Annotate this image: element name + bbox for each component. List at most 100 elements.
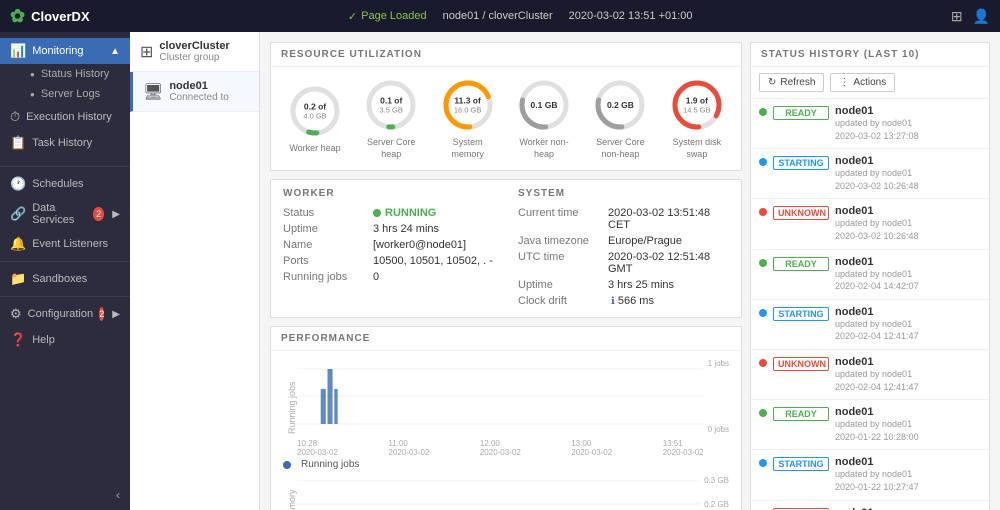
check-icon: ✓ <box>348 10 357 23</box>
user-icon[interactable]: 👤 <box>973 8 990 25</box>
system-java-tz-label: Java timezone <box>518 235 608 247</box>
refresh-icon: ↻ <box>768 77 776 88</box>
main-layout: 📊 Monitoring ▲ ● Status History ● Server… <box>0 32 1000 510</box>
history-dot <box>759 459 767 467</box>
chart1-legend: Running jobs <box>283 459 729 470</box>
history-dot <box>759 208 767 216</box>
sidebar-item-status-history[interactable]: ● Status History <box>20 64 130 84</box>
sidebar-item-sandboxes[interactable]: 📁 Sandboxes <box>0 266 130 292</box>
heap-chart-container: Heap memory <box>283 476 729 510</box>
history-meta: updated by node012020-03-02 13:27:08 <box>835 117 981 142</box>
gauge-server-core-heap: 0.1 of 3.5 GB Server Core heap <box>363 77 419 160</box>
topbar-center: ✓ Page Loaded node01 / cloverCluster 202… <box>348 10 693 23</box>
chart1-yaxis: 1 jobs 0 jobs <box>704 359 729 434</box>
gauge-circle-server-core-heap: 0.1 of 3.5 GB <box>363 77 419 133</box>
sidebar-item-server-logs[interactable]: ● Server Logs <box>20 84 130 104</box>
node-item[interactable]: 🖥 node01 Connected to <box>130 72 259 112</box>
history-node: node01 <box>835 456 981 468</box>
gauge-circle-system-disk: 1.9 of 14.5 GB <box>669 77 725 133</box>
history-item-info: node01 updated by node012020-03-02 10:26… <box>835 155 981 192</box>
running-dot <box>373 209 381 217</box>
sidebar-divider-1 <box>0 166 130 167</box>
system-utc-time-line: UTC time 2020-03-02 12:51:48 GMT <box>518 249 729 277</box>
history-node: node01 <box>835 155 981 167</box>
history-item-info: node01 updated by node012020-03-02 13:27… <box>835 105 981 142</box>
history-status-badge: STARTING <box>773 457 829 471</box>
history-item-info: node01 updated by node012020-02-04 14:42… <box>835 256 981 293</box>
system-clock-drift-value: ℹ 566 ms <box>608 295 654 307</box>
history-item: STARTING node01 updated by node012020-03… <box>751 149 989 199</box>
content-area: ⊞ cloverCluster Cluster group 🖥 node01 C… <box>130 32 1000 510</box>
system-uptime-value: 3 hrs 25 mins <box>608 279 674 291</box>
system-uptime-line: Uptime 3 hrs 25 mins <box>518 277 729 293</box>
cluster-header[interactable]: ⊞ cloverCluster Cluster group <box>130 32 259 72</box>
history-status-badge: STARTING <box>773 156 829 170</box>
chevron-right-icon: ▶ <box>112 209 120 220</box>
history-list: READY node01 updated by node012020-03-02… <box>751 99 989 510</box>
sidebar-item-monitoring[interactable]: 📊 Monitoring ▲ <box>0 38 130 64</box>
sidebar-divider-3 <box>0 296 130 297</box>
sidebar-item-schedules[interactable]: 🕐 Schedules <box>0 171 130 197</box>
chart2-layout: Heap memory <box>283 476 729 510</box>
perf-section: Running jobs <box>271 351 741 510</box>
worker-running-jobs-line: Running jobs 0 <box>283 269 494 285</box>
info-icon: ℹ <box>611 296 615 307</box>
cluster-type: Cluster group <box>159 52 229 63</box>
sidebar-item-task-history[interactable]: 📋 Task History <box>0 130 130 156</box>
cluster-icon: ⊞ <box>140 42 153 62</box>
chart2-yaxis: 0.3 GB 0.2 GB 0.1 GB 0.0 GB <box>700 476 729 510</box>
system-utc-time-label: UTC time <box>518 251 608 275</box>
sidebar-item-event-listeners[interactable]: 🔔 Event Listeners <box>0 231 130 257</box>
sidebar-item-configuration[interactable]: ⚙ Configuration 2 ▶ <box>0 301 130 327</box>
gauge-circle-worker-non-heap: 0.1 GB <box>516 77 572 133</box>
worker-ports-value: 10500, 10501, 10502, . - <box>373 255 493 267</box>
sidebar: 📊 Monitoring ▲ ● Status History ● Server… <box>0 32 130 510</box>
running-jobs-legend-dot <box>283 461 291 469</box>
actions-icon: ⋮ <box>839 77 849 88</box>
history-node: node01 <box>835 306 981 318</box>
info-row: WORKER Status RUNNING Uptime <box>271 180 741 317</box>
sidebar-item-data-services[interactable]: 🔗 Data Services 2 ▶ <box>0 197 130 231</box>
chart1-layout: Running jobs <box>283 359 729 457</box>
refresh-button[interactable]: ↻ Refresh <box>759 73 824 92</box>
worker-ports-label: Ports <box>283 255 373 267</box>
history-item: READY node01 updated by node012020-03-02… <box>751 99 989 149</box>
gauge-label-server-core-heap: Server Core heap <box>363 137 419 160</box>
worker-running-jobs-value: 0 <box>373 271 379 283</box>
history-dot <box>759 359 767 367</box>
sandbox-icon: 📁 <box>10 271 26 287</box>
system-current-time-label: Current time <box>518 207 608 231</box>
system-clock-drift-label: Clock drift <box>518 295 608 307</box>
cluster-info: cloverCluster Cluster group <box>159 40 229 63</box>
worker-uptime-value: 3 hrs 24 mins <box>373 223 439 235</box>
history-node: node01 <box>835 507 981 510</box>
sidebar-collapse-button[interactable]: ‹ <box>0 480 130 510</box>
data-services-badge: 2 <box>93 207 104 221</box>
data-services-icon: 🔗 <box>10 206 26 222</box>
chart2-yaxis-label: Heap memory <box>283 476 297 510</box>
history-header: STATUS HISTORY (LAST 10) <box>751 43 989 67</box>
sidebar-item-execution-history[interactable]: ⏱ Execution History <box>0 104 130 130</box>
grid-icon[interactable]: ⊞ <box>951 8 963 25</box>
history-item-info: node01 updated by node012020-01-22 10:28… <box>835 406 981 443</box>
actions-button[interactable]: ⋮ Actions <box>830 73 895 92</box>
gauge-label-system-memory: System memory <box>439 137 495 160</box>
history-dot <box>759 309 767 317</box>
gauge-label-system-disk: System disk swap <box>669 137 725 160</box>
gauge-text-worker-heap: 0.2 of 4.0 GB <box>303 101 326 120</box>
history-node: node01 <box>835 256 981 268</box>
node-icon: 🖥 <box>143 82 163 102</box>
sidebar-divider-2 <box>0 261 130 262</box>
sidebar-item-help[interactable]: ❓ Help <box>0 327 130 353</box>
config-icon: ⚙ <box>10 306 22 322</box>
heap-svg <box>297 476 700 510</box>
history-toolbar: ↻ Refresh ⋮ Actions <box>751 67 989 99</box>
system-col: SYSTEM Current time 2020-03-02 13:51:48 … <box>506 180 741 317</box>
history-node: node01 <box>835 105 981 117</box>
history-meta: updated by node012020-01-22 10:28:00 <box>835 418 981 443</box>
cluster-name: cloverCluster <box>159 40 229 52</box>
performance-card: PERFORMANCE Running jobs <box>270 326 742 510</box>
worker-name-value: [worker0@node01] <box>373 239 466 251</box>
task-icon: 📋 <box>10 135 26 151</box>
worker-running-jobs-label: Running jobs <box>283 271 373 283</box>
